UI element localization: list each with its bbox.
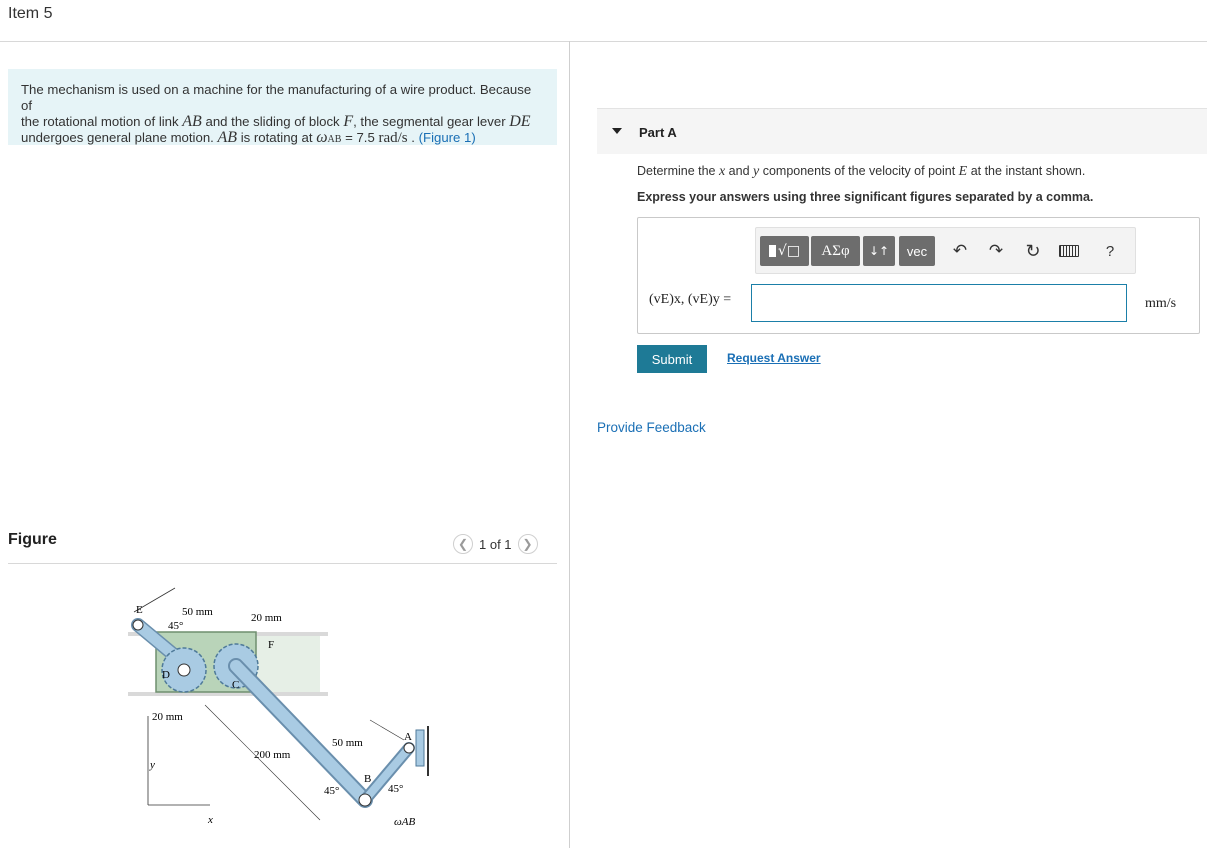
problem-text: undergoes general plane motion. bbox=[21, 130, 218, 145]
label-angle-45-left: 45° bbox=[324, 785, 339, 797]
problem-text: and the sliding of block bbox=[201, 114, 344, 129]
label-d: D bbox=[162, 669, 170, 681]
prev-figure-button[interactable]: ❮ bbox=[453, 534, 473, 554]
question-part: components of the velocity of point bbox=[759, 164, 959, 178]
instruction-text: Express your answers using three signifi… bbox=[637, 190, 1094, 204]
label-c: C bbox=[232, 679, 239, 691]
greek-button[interactable]: ΑΣφ bbox=[811, 236, 860, 266]
caret-down-icon[interactable] bbox=[612, 128, 622, 134]
label-dim-20-top: 20 mm bbox=[251, 612, 282, 624]
submit-button[interactable]: Submit bbox=[637, 345, 707, 373]
problem-line-1: The mechanism is used on a machine for t… bbox=[21, 82, 545, 114]
problem-text: , the segmental gear lever bbox=[353, 114, 510, 129]
pin-a bbox=[403, 742, 415, 754]
label-y: y bbox=[149, 759, 155, 771]
math-omega-sub: AB bbox=[327, 134, 342, 145]
problem-text: is rotating at bbox=[237, 130, 317, 145]
figure-link[interactable]: (Figure 1) bbox=[419, 130, 476, 145]
label-e: E bbox=[136, 604, 143, 616]
problem-text: = 7.5 bbox=[341, 130, 379, 145]
question-text: Determine the x and y components of the … bbox=[637, 164, 1085, 180]
templates-button[interactable]: √□ bbox=[760, 236, 809, 266]
label-dim-200: 200 mm bbox=[254, 749, 291, 761]
provide-feedback-link[interactable]: Provide Feedback bbox=[597, 420, 706, 435]
answer-box: √□ ΑΣφ ↓↑ vec ↶ ↷ ↻ ? (vE)x, (vE)y = mm/… bbox=[637, 217, 1200, 334]
chevron-right-icon: ❯ bbox=[522, 537, 533, 551]
label-f: F bbox=[268, 639, 274, 651]
pane-divider[interactable] bbox=[569, 41, 570, 848]
figure-pager: ❮ 1 of 1 ❯ bbox=[453, 533, 538, 555]
answer-input[interactable] bbox=[751, 284, 1127, 322]
next-figure-button[interactable]: ❯ bbox=[517, 534, 538, 554]
label-omega-ab: ωAB bbox=[394, 816, 415, 828]
mechanism-figure: E 50 mm 45° 20 mm F D C 20 mm 50 mm A 20… bbox=[128, 587, 429, 828]
label-dim-50-right: 50 mm bbox=[332, 737, 363, 749]
equation-label: (vE)x, (vE)y = bbox=[649, 292, 732, 307]
pin-d bbox=[177, 663, 191, 677]
label-a: A bbox=[404, 731, 412, 743]
reset-icon[interactable]: ↻ bbox=[1022, 240, 1044, 262]
math-point-e: E bbox=[958, 164, 968, 179]
figure-divider bbox=[8, 563, 557, 564]
keyboard-icon[interactable] bbox=[1058, 240, 1080, 262]
item-title: Item 5 bbox=[8, 5, 53, 22]
problem-line-2: the rotational motion of link AB and the… bbox=[21, 114, 545, 130]
math-toolbar: √□ ΑΣφ ↓↑ vec ↶ ↷ ↻ ? bbox=[755, 227, 1136, 274]
problem-text: The mechanism is used on a machine for t… bbox=[21, 82, 532, 113]
subscript-button[interactable]: ↓↑ bbox=[863, 236, 895, 266]
help-icon[interactable]: ? bbox=[1099, 240, 1121, 262]
chevron-left-icon: ❮ bbox=[457, 537, 469, 551]
label-dim-20-left: 20 mm bbox=[152, 711, 183, 723]
request-answer-link[interactable]: Request Answer bbox=[727, 351, 821, 365]
redo-icon[interactable]: ↷ bbox=[985, 240, 1007, 262]
math-link-ab: AB bbox=[182, 113, 202, 130]
question-part: Determine the bbox=[637, 164, 719, 178]
problem-text: the rotational motion of link bbox=[21, 114, 183, 129]
label-angle-45-top: 45° bbox=[168, 620, 183, 632]
unit-label: mm/s bbox=[1145, 296, 1177, 311]
math-omega: ω bbox=[316, 129, 328, 146]
label-b: B bbox=[364, 773, 371, 785]
problem-text: . bbox=[407, 130, 419, 145]
math-link-ab: AB bbox=[217, 129, 238, 146]
math-units: rad/s bbox=[378, 130, 408, 146]
dim-line-50 bbox=[369, 719, 405, 741]
question-part: at the instant shown. bbox=[967, 164, 1086, 178]
support-a bbox=[415, 729, 425, 767]
figure-heading: Figure bbox=[8, 531, 57, 548]
question-part: and bbox=[725, 164, 754, 178]
top-divider bbox=[0, 41, 1207, 42]
fraction-sqrt-icon: √□ bbox=[768, 243, 800, 259]
problem-statement: The mechanism is used on a machine for t… bbox=[8, 69, 557, 148]
undo-icon[interactable]: ↶ bbox=[949, 240, 971, 262]
label-x: x bbox=[207, 814, 213, 826]
math-lever-de: DE bbox=[509, 113, 531, 130]
part-a-label: Part A bbox=[639, 125, 677, 140]
vector-button[interactable]: vec bbox=[899, 236, 935, 266]
part-a-header[interactable]: Part A bbox=[597, 108, 1207, 154]
label-dim-50-top: 50 mm bbox=[182, 606, 213, 618]
pin-b bbox=[358, 793, 372, 807]
problem-line-3: undergoes general plane motion. AB is ro… bbox=[21, 130, 545, 148]
pin-e bbox=[132, 619, 144, 631]
label-angle-45-right: 45° bbox=[388, 783, 403, 795]
dim-line-200 bbox=[204, 704, 321, 821]
figure-page-count: 1 of 1 bbox=[479, 536, 512, 552]
math-block-f: F bbox=[343, 113, 354, 130]
